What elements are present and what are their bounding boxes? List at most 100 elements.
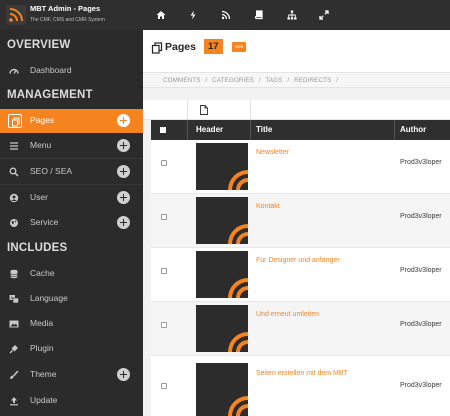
language-icon: A bbox=[8, 293, 20, 305]
section-overview: OVERVIEW bbox=[7, 39, 71, 51]
sidebar-item-menu[interactable]: Menu bbox=[0, 134, 143, 158]
sidebar-item-label: User bbox=[30, 192, 48, 202]
home-icon[interactable] bbox=[154, 8, 168, 22]
bolt-icon[interactable] bbox=[186, 8, 200, 22]
sub-navigation: COMMENTS / CATEGORIES / TAGS / REDIRECTS… bbox=[143, 72, 450, 88]
sidebar-item-language[interactable]: A Language bbox=[0, 287, 143, 311]
expand-plus-icon[interactable] bbox=[117, 191, 130, 204]
user-icon bbox=[8, 192, 20, 204]
sidebar-item-pages[interactable]: Pages bbox=[0, 109, 158, 133]
app-title: MBT Admin - Pages bbox=[30, 4, 101, 13]
sitemap-icon[interactable] bbox=[285, 8, 299, 22]
rss-logo-icon bbox=[6, 5, 26, 25]
cell-divider bbox=[250, 100, 251, 120]
row-title-link[interactable]: Kontakt bbox=[256, 203, 280, 210]
subnav-separator: / bbox=[336, 77, 339, 84]
expand-plus-icon[interactable] bbox=[117, 139, 130, 152]
book-icon[interactable] bbox=[252, 8, 266, 22]
subnav-links: COMMENTS / CATEGORIES / TAGS / REDIRECTS… bbox=[163, 77, 341, 84]
sidebar-item-label: SEO / SEA bbox=[30, 166, 73, 176]
divider bbox=[0, 184, 143, 185]
subnav-separator: / bbox=[287, 77, 290, 84]
document-icon[interactable] bbox=[200, 105, 208, 115]
app-subtitle: The CMF, CMS and CMR System bbox=[30, 17, 105, 23]
rss-icon[interactable] bbox=[219, 8, 233, 22]
expand-plus-icon[interactable] bbox=[117, 368, 130, 381]
table-row[interactable]: Kontakt Prod3v3loper bbox=[151, 194, 450, 248]
row-checkbox[interactable] bbox=[161, 383, 167, 389]
select-all-checkbox[interactable] bbox=[160, 127, 166, 133]
row-title-link[interactable]: Für Designer und anfänger bbox=[256, 257, 340, 264]
sidebar-item-label: Language bbox=[30, 293, 68, 303]
header-divider bbox=[187, 120, 188, 140]
column-header-title[interactable]: Title bbox=[256, 125, 272, 134]
sidebar-item-seo[interactable]: SEO / SEA bbox=[0, 160, 143, 184]
sidebar-item-label: Cache bbox=[30, 268, 55, 278]
sidebar-item-label: Pages bbox=[30, 115, 55, 125]
row-checkbox[interactable] bbox=[161, 268, 167, 274]
sidebar: OVERVIEW Dashboard MANAGEMENT Pages Menu… bbox=[0, 30, 158, 416]
header-thumbnail bbox=[196, 143, 248, 190]
brand[interactable]: MBT Admin - Pages The CMF, CMS and CMR S… bbox=[0, 0, 143, 30]
new-page-button[interactable]: new bbox=[232, 42, 247, 52]
header-divider bbox=[250, 120, 251, 140]
expand-plus-icon[interactable] bbox=[117, 216, 130, 229]
row-author: Prod3v3loper bbox=[400, 382, 442, 389]
subnav-link-tags[interactable]: TAGS bbox=[265, 77, 282, 84]
sidebar-item-update[interactable]: Update bbox=[0, 389, 143, 413]
expand-plus-icon[interactable] bbox=[117, 114, 130, 127]
subnav-link-comments[interactable]: COMMENTS bbox=[163, 77, 201, 84]
pages-icon bbox=[10, 116, 22, 128]
rss-wave-icon bbox=[228, 396, 248, 416]
expand-icon[interactable] bbox=[317, 8, 331, 22]
column-header-header[interactable]: Header bbox=[196, 125, 223, 134]
row-checkbox[interactable] bbox=[161, 214, 167, 220]
rss-wave-icon bbox=[228, 170, 248, 190]
table-header: Header Title Author bbox=[151, 120, 450, 140]
row-checkbox[interactable] bbox=[161, 322, 167, 328]
table-row[interactable]: Für Designer und anfänger Prod3v3loper bbox=[151, 248, 450, 302]
cell-divider bbox=[187, 100, 188, 120]
header-thumbnail bbox=[196, 251, 248, 298]
row-title-link[interactable]: Seiten erstellen mit dem MBT bbox=[256, 370, 348, 377]
expand-plus-icon[interactable] bbox=[117, 165, 130, 178]
section-includes: INCLUDES bbox=[7, 242, 68, 254]
sidebar-item-theme[interactable]: Theme bbox=[0, 363, 143, 387]
table-row[interactable]: Newsletter Prod3v3loper bbox=[151, 140, 450, 194]
sidebar-item-cache[interactable]: Cache bbox=[0, 262, 143, 286]
search-icon bbox=[8, 166, 20, 178]
row-checkbox[interactable] bbox=[161, 160, 167, 166]
top-bar: MBT Admin - Pages The CMF, CMS and CMR S… bbox=[0, 0, 450, 30]
table-row[interactable]: Und erneut umleiten Prod3v3loper bbox=[151, 302, 450, 356]
database-icon bbox=[8, 268, 20, 280]
row-author: Prod3v3loper bbox=[400, 267, 442, 274]
sidebar-item-plugin[interactable]: Plugin bbox=[0, 337, 143, 361]
sidebar-item-service[interactable]: Service bbox=[0, 211, 143, 235]
sidebar-item-label: Media bbox=[30, 318, 54, 328]
row-title-link[interactable]: Newsletter bbox=[256, 149, 289, 156]
sidebar-item-label: Update bbox=[30, 395, 58, 405]
subnav-separator: / bbox=[258, 77, 261, 84]
sidebar-item-label: Theme bbox=[30, 369, 57, 379]
menu-icon bbox=[8, 140, 20, 152]
column-header-author[interactable]: Author bbox=[400, 125, 426, 134]
sidebar-item-media[interactable]: Media bbox=[0, 312, 143, 336]
sidebar-item-dashboard[interactable]: Dashboard bbox=[0, 59, 143, 83]
sidebar-item-user[interactable]: User bbox=[0, 186, 143, 210]
subnav-link-categories[interactable]: CATEGORIES bbox=[212, 77, 254, 84]
subnav-link-redirects[interactable]: REDIRECTS bbox=[294, 77, 331, 84]
header-thumbnail bbox=[196, 363, 248, 416]
row-title-link[interactable]: Und erneut umleiten bbox=[256, 311, 319, 318]
dashboard-icon bbox=[8, 65, 20, 77]
header-divider bbox=[394, 120, 395, 140]
table-toolbar-row bbox=[143, 100, 450, 120]
upload-icon bbox=[8, 395, 20, 407]
svg-text:A: A bbox=[11, 295, 14, 300]
header-thumbnail bbox=[196, 305, 248, 352]
rss-wave-icon bbox=[228, 224, 248, 244]
plug-icon bbox=[8, 343, 20, 355]
table-row[interactable]: Seiten erstellen mit dem MBT Prod3v3lope… bbox=[151, 356, 450, 416]
row-author: Prod3v3loper bbox=[400, 321, 442, 328]
sidebar-item-label: Dashboard bbox=[30, 65, 72, 75]
sidebar-item-label: Plugin bbox=[30, 343, 54, 353]
